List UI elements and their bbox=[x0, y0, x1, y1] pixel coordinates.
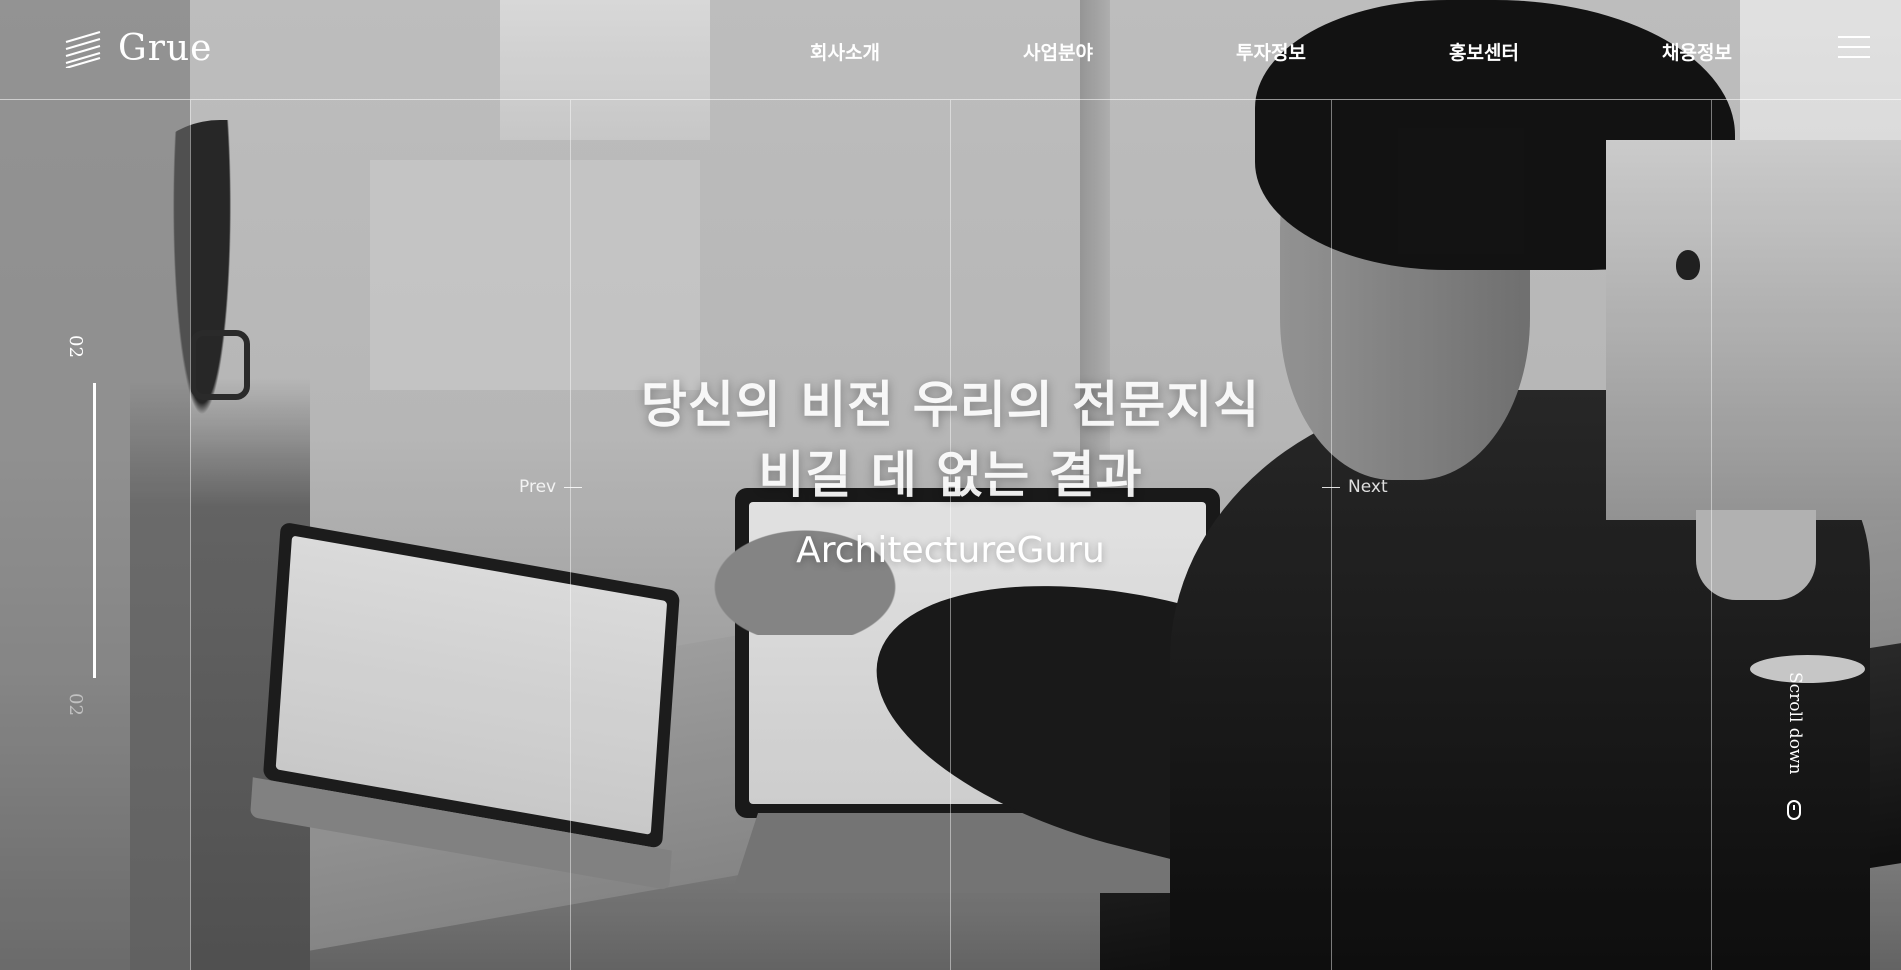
hero-section: 당신의 비전 우리의 전문지식 비길 데 없는 결과 ArchitectureG… bbox=[0, 370, 1901, 571]
nav-item-pr-center[interactable]: 홍보센터 bbox=[1449, 38, 1519, 65]
site-logo[interactable]: Grue bbox=[64, 28, 212, 69]
prev-slide-button[interactable]: Prev bbox=[519, 477, 583, 497]
hamburger-menu-icon[interactable] bbox=[1838, 36, 1870, 60]
next-slide-button[interactable]: Next bbox=[1322, 477, 1388, 497]
hero-title-line: 당신의 비전 우리의 전문지식 bbox=[640, 376, 1261, 434]
logo-text: Grue bbox=[118, 28, 213, 69]
site-header: Grue 회사소개 사업분야 투자정보 홍보센터 채용정보 bbox=[0, 0, 1901, 100]
hero-subtitle: ArchitectureGuru bbox=[796, 530, 1105, 571]
dash-line-icon bbox=[1322, 486, 1340, 488]
prev-label: Prev bbox=[519, 477, 557, 497]
nav-item-investment[interactable]: 투자정보 bbox=[1236, 38, 1306, 65]
nav-item-company[interactable]: 회사소개 bbox=[810, 38, 880, 65]
hero-title-line: 비길 데 없는 결과 bbox=[758, 446, 1143, 504]
scroll-down-label: Scroll down bbox=[1785, 672, 1805, 775]
hero-title: 당신의 비전 우리의 전문지식 비길 데 없는 결과 bbox=[0, 370, 1901, 510]
dash-line-icon bbox=[564, 486, 583, 488]
nav-item-business[interactable]: 사업분야 bbox=[1023, 38, 1093, 65]
next-label: Next bbox=[1348, 477, 1388, 497]
pager-total: 02 bbox=[65, 693, 86, 716]
stacked-lines-logo-icon bbox=[65, 30, 101, 68]
nav-item-careers[interactable]: 채용정보 bbox=[1662, 38, 1732, 65]
scroll-down-button[interactable]: Scroll down bbox=[1775, 672, 1805, 832]
pager-current: 02 bbox=[65, 335, 86, 358]
mouse-icon bbox=[1787, 800, 1801, 820]
